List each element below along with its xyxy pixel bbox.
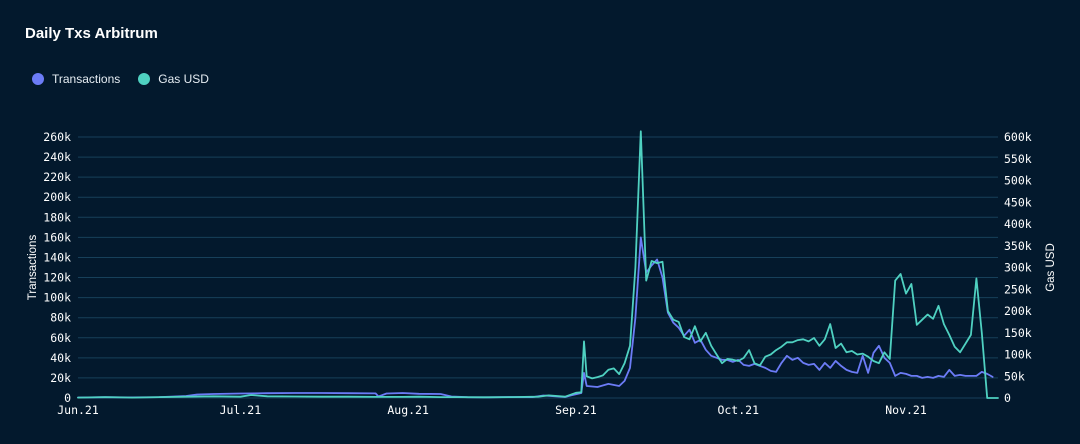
- y-right-tick-label: 250k: [1004, 282, 1032, 296]
- x-tick-label: Nov.21: [885, 403, 927, 417]
- x-tick-label: Jun.21: [57, 403, 99, 417]
- y-right-tick-label: 350k: [1004, 239, 1032, 253]
- y-left-tick-label: 140k: [43, 250, 71, 264]
- y-left-tick-label: 120k: [43, 271, 71, 285]
- x-tick-label: Aug.21: [387, 403, 429, 417]
- y-right-tick-label: 600k: [1004, 130, 1032, 144]
- y-left-tick-label: 200k: [43, 190, 71, 204]
- chart-plot-area: 0 20k 40k 60k 80k 100k 120k 140k 160k 180k 200k 220…: [27, 130, 1057, 417]
- y-left-tick-label: 40k: [50, 351, 71, 365]
- y-right-tick-label: 50k: [1004, 369, 1025, 383]
- y-right-tick-label: 100k: [1004, 348, 1032, 362]
- y-right-tick-label: 550k: [1004, 152, 1032, 166]
- y-left-tick-label: 100k: [43, 291, 71, 305]
- y-left-tick-label: 20k: [50, 371, 71, 385]
- x-tick-label: Jul.21: [220, 403, 262, 417]
- y-left-tick-label: 160k: [43, 230, 71, 244]
- y-left-tick-label: 60k: [50, 331, 71, 345]
- y-right-tick-label: 300k: [1004, 261, 1032, 275]
- y-right-tick-label: 150k: [1004, 326, 1032, 340]
- y-left-tick-label: 80k: [50, 311, 71, 325]
- y-right-tick-label: 450k: [1004, 195, 1032, 209]
- y-right-tick-label: 500k: [1004, 174, 1032, 188]
- y-left-tick-label: 240k: [43, 150, 71, 164]
- y-left-tick-label: 260k: [43, 130, 71, 144]
- y-right-tick-label: 400k: [1004, 217, 1032, 231]
- y-left-tick-label: 180k: [43, 210, 71, 224]
- y-left-tick-label: 220k: [43, 170, 71, 184]
- x-tick-label: Oct.21: [717, 403, 759, 417]
- y-right-tick-label: 200k: [1004, 304, 1032, 318]
- x-tick-label: Sep.21: [555, 403, 597, 417]
- y-right-tick-label: 0: [1004, 391, 1011, 405]
- y-left-axis-title: Transactions: [27, 235, 39, 301]
- y-right-axis-title: Gas USD: [1045, 243, 1057, 292]
